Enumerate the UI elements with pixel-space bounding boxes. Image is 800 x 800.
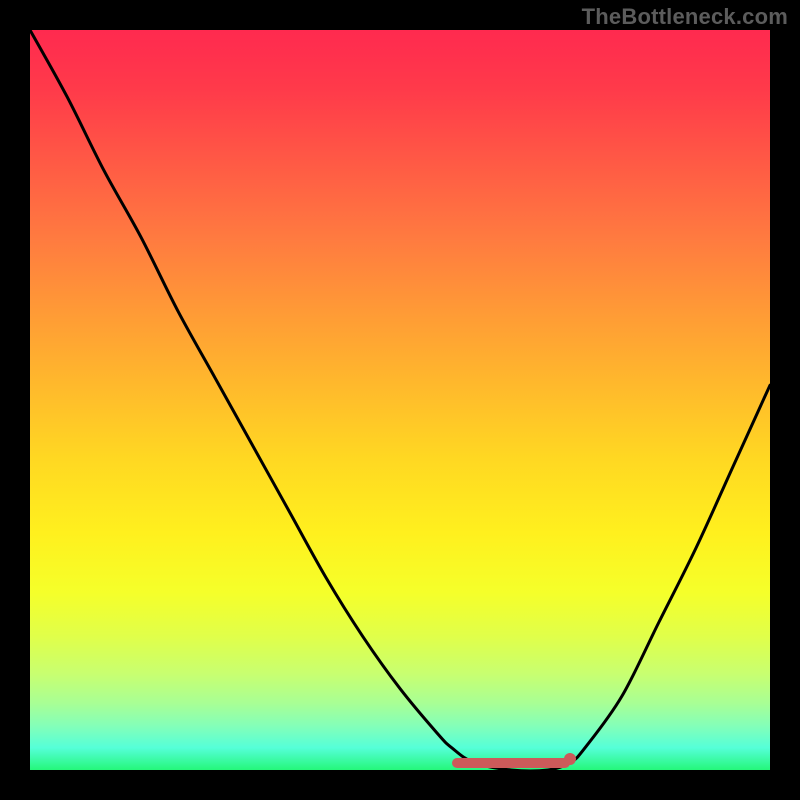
curve-layer [30,30,770,770]
bottleneck-curve [30,30,770,770]
optimal-range-end-dot [564,753,576,765]
watermark-text: TheBottleneck.com [582,4,788,30]
plot-area [30,30,770,770]
chart-stage: TheBottleneck.com [0,0,800,800]
optimal-range-highlight [452,758,570,768]
